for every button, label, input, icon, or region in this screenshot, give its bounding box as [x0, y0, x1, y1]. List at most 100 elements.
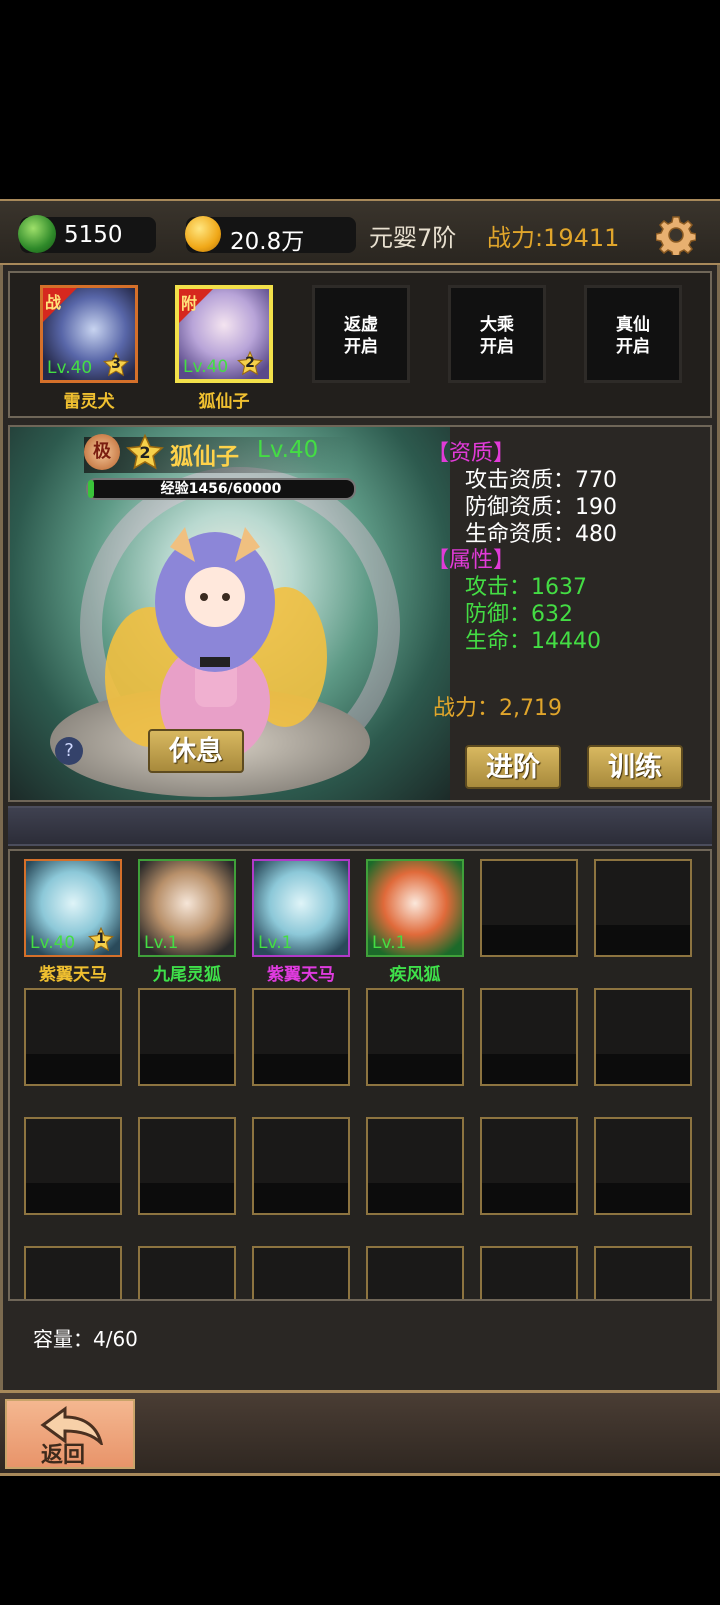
extreme-quality-badge: 极 [84, 434, 120, 470]
slot-shade [482, 1054, 576, 1084]
bag-pet-name: 紫翼天马 [39, 965, 107, 985]
empty-bag-slot[interactable] [480, 1246, 578, 1299]
slot-shade [368, 1054, 462, 1084]
locked-slot-dacheng[interactable]: 大乘 开启 [448, 285, 546, 383]
pet-power: 战力：2,719 [433, 696, 562, 721]
attribute-value: 14440 [531, 629, 602, 654]
star-icon: 3 [103, 351, 129, 378]
bottom-bar: 返回 [0, 1390, 720, 1476]
slot-shade [596, 1183, 690, 1213]
empty-bag-slot[interactable] [594, 1246, 692, 1299]
aptitude-value: 480 [575, 522, 618, 547]
star-count: 1 [96, 931, 106, 947]
team-slot-2[interactable]: 附 Lv.40 2 [175, 285, 273, 383]
slot-shade [596, 925, 690, 955]
slot-shade [140, 1054, 234, 1084]
team-pet-name: 雷灵犬 [63, 392, 115, 412]
bag-pet-name: 九尾灵狐 [153, 965, 221, 985]
support-tag-label: 附 [181, 294, 198, 313]
locked-slot-status: 开启 [616, 337, 650, 357]
jade-amount: 5150 [64, 222, 123, 248]
bag-capacity: 容量：4/60 [33, 1327, 138, 1351]
bag-pet-slot[interactable]: Lv.40 1 [24, 859, 122, 957]
hero-level: Lv.40 [257, 437, 319, 463]
total-power: 战力:19411 [487, 224, 620, 252]
empty-bag-slot[interactable] [252, 988, 350, 1086]
star-icon: 1 [88, 926, 114, 953]
locked-slot-status: 开启 [344, 337, 378, 357]
locked-slot-zhenxian[interactable]: 真仙 开启 [584, 285, 682, 383]
exp-text: 经验1456/60000 [160, 481, 282, 497]
pet-level: Lv.40 [183, 357, 229, 377]
slot-shade [596, 1054, 690, 1084]
jade-icon [18, 215, 56, 253]
empty-bag-slot[interactable] [138, 988, 236, 1086]
empty-bag-slot[interactable] [24, 1117, 122, 1215]
empty-bag-slot[interactable] [252, 1246, 350, 1299]
empty-bag-slot[interactable] [252, 1117, 350, 1215]
bag-pet-slot[interactable]: Lv.1 [366, 859, 464, 957]
attribute-label: 生命： [465, 629, 532, 654]
team-pet-name: 狐仙子 [198, 392, 250, 412]
slot-shade [254, 1054, 348, 1084]
pet-level: Lv.1 [144, 933, 179, 953]
empty-bag-slot[interactable] [366, 1246, 464, 1299]
empty-bag-slot[interactable] [366, 1117, 464, 1215]
realm-level: 元婴7阶 [369, 224, 457, 252]
pet-scene-background: 极 2 狐仙子 Lv.40 经验1456/60000 ? 休息 [10, 427, 450, 800]
empty-bag-slot[interactable] [480, 859, 578, 957]
empty-bag-slot[interactable] [24, 1246, 122, 1299]
empty-bag-slot[interactable] [480, 988, 578, 1086]
empty-bag-slot[interactable] [138, 1246, 236, 1299]
pet-detail-panel: 极 2 狐仙子 Lv.40 经验1456/60000 ? 休息 【资质】 攻击资… [8, 425, 712, 802]
pet-level: Lv.40 [47, 358, 93, 378]
gold-amount: 20.8万 [230, 229, 305, 255]
help-button[interactable]: ? [55, 737, 83, 765]
pet-level: Lv.1 [372, 933, 407, 953]
team-slot-1[interactable]: 战 Lv.40 3 [40, 285, 138, 383]
empty-bag-slot[interactable] [366, 988, 464, 1086]
pet-level: Lv.1 [258, 933, 293, 953]
locked-slot-realm: 真仙 [616, 315, 650, 335]
bag-pet-slot[interactable]: Lv.1 [252, 859, 350, 957]
star-icon: 2 [126, 433, 164, 472]
bag-pet-slot[interactable]: Lv.1 [138, 859, 236, 957]
slot-shade [26, 1183, 120, 1213]
train-button[interactable]: 训练 [587, 745, 683, 789]
slot-shade [482, 925, 576, 955]
locked-slot-realm: 大乘 [480, 315, 514, 335]
empty-bag-slot[interactable] [24, 988, 122, 1086]
back-label: 返回 [41, 1443, 86, 1468]
hero-name: 狐仙子 [170, 444, 239, 470]
battle-tag-label: 战 [45, 293, 62, 312]
empty-bag-slot[interactable] [594, 988, 692, 1086]
pet-level: Lv.40 [30, 933, 76, 953]
exp-bar: 经验1456/60000 [86, 478, 356, 500]
star-count: 2 [245, 355, 255, 371]
empty-bag-slot[interactable] [138, 1117, 236, 1215]
slot-shade [254, 1183, 348, 1213]
star-icon: 2 [237, 350, 263, 377]
slot-shade [26, 1054, 120, 1084]
advance-button[interactable]: 进阶 [465, 745, 561, 789]
team-slots: 战 Lv.40 3 雷灵犬 附 Lv.40 2 狐仙子 返虚 开启 大乘 开启 … [8, 271, 712, 418]
locked-slot-status: 开启 [480, 337, 514, 357]
locked-slot-realm: 返虚 [344, 315, 378, 335]
slot-shade [140, 1183, 234, 1213]
star-count: 3 [111, 356, 121, 372]
bag-pet-name: 紫翼天马 [267, 965, 335, 985]
top-resource-bar: 5150 20.8万 元婴7阶 战力:19411 [0, 199, 720, 265]
empty-bag-slot[interactable] [594, 859, 692, 957]
back-button[interactable]: 返回 [5, 1399, 135, 1469]
slot-shade [368, 1183, 462, 1213]
slot-shade [482, 1183, 576, 1213]
empty-bag-slot[interactable] [594, 1117, 692, 1215]
empty-bag-slot[interactable] [480, 1117, 578, 1215]
pet-bag-grid: 紫翼天马 Lv.40 1 九尾灵狐 Lv.1 紫翼天马 Lv.1 疾风狐 Lv.1 [8, 849, 712, 1301]
gold-coin-icon [185, 216, 221, 252]
bag-pet-name: 疾风狐 [389, 965, 441, 985]
rest-button[interactable]: 休息 [148, 729, 244, 773]
hero-star-count: 2 [139, 443, 151, 462]
gear-icon[interactable] [655, 215, 697, 258]
locked-slot-fanxu[interactable]: 返虚 开启 [312, 285, 410, 383]
